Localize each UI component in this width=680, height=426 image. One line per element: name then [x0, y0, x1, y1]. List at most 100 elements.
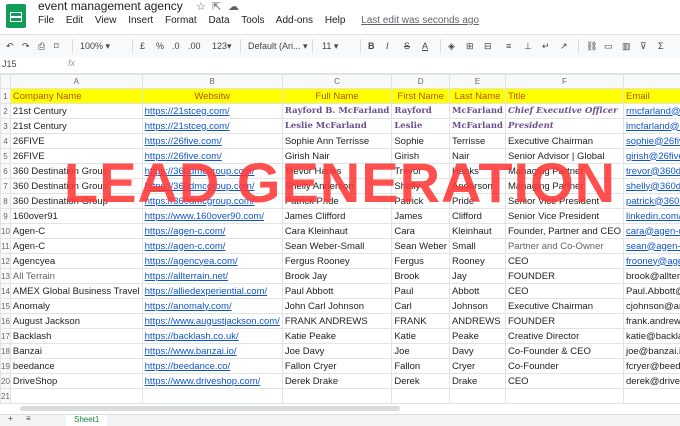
table-cell[interactable]: Senior Vice President — [505, 209, 623, 224]
table-cell[interactable]: trevor@360dmc.com — [623, 164, 680, 179]
table-cell[interactable]: FRANK ANDREWS — [282, 314, 392, 329]
filter-icon[interactable]: ⊽ — [640, 39, 647, 53]
zoom-select[interactable]: 100% ▾ — [80, 39, 110, 53]
column-header[interactable]: F — [505, 75, 623, 89]
align-vertical-icon[interactable]: ⊥ — [524, 39, 532, 53]
table-cell[interactable]: Leslie McFarland — [282, 119, 392, 134]
table-cell[interactable]: Jay — [449, 269, 505, 284]
table-cell[interactable]: Executive Chairman — [505, 299, 623, 314]
table-cell[interactable]: AMEX Global Business Travel — [10, 284, 142, 299]
table-cell[interactable]: McFarland — [449, 119, 505, 134]
table-cell[interactable]: Leslie — [392, 119, 450, 134]
table-cell[interactable]: Agencyea — [10, 254, 142, 269]
table-cell[interactable]: CEO — [505, 374, 623, 389]
table-cell[interactable]: shelly@360dmc.com — [623, 179, 680, 194]
table-cell[interactable]: https://360dmcgroup.com/ — [142, 179, 282, 194]
cloud-status-icon[interactable]: ☁ — [228, 0, 239, 13]
currency-button[interactable]: £ — [140, 39, 145, 53]
table-cell[interactable]: Shelly — [392, 179, 450, 194]
table-cell[interactable]: Johnson — [449, 299, 505, 314]
text-color-button[interactable]: A — [422, 39, 428, 53]
table-cell[interactable]: https://anomaly.com/ — [142, 299, 282, 314]
star-icon[interactable]: ☆ — [196, 0, 206, 13]
table-cell[interactable]: Managing Partner — [505, 179, 623, 194]
column-header[interactable]: C — [282, 75, 392, 89]
table-cell[interactable]: joe@banzai.io — [623, 344, 680, 359]
row-number[interactable]: 2 — [1, 104, 11, 119]
table-cell[interactable]: President — [505, 119, 623, 134]
redo-icon[interactable]: ↷ — [22, 39, 30, 53]
table-cell[interactable]: 21st Century — [10, 104, 142, 119]
table-cell[interactable]: Anomaly — [10, 299, 142, 314]
font-select[interactable]: Default (Ari... ▾ — [248, 39, 308, 53]
table-cell[interactable]: Backlash — [10, 329, 142, 344]
menu-insert[interactable]: Insert — [128, 15, 153, 26]
table-cell[interactable]: Creative Director — [505, 329, 623, 344]
table-cell[interactable]: Rooney — [449, 254, 505, 269]
table-cell[interactable]: Co-Founder & CEO — [505, 344, 623, 359]
table-cell[interactable]: Agen-C — [10, 239, 142, 254]
table-cell[interactable]: https://backlash.co.uk/ — [142, 329, 282, 344]
table-cell[interactable]: https://21stceg.com/ — [142, 104, 282, 119]
table-cell[interactable]: Chief Executive Officer — [505, 104, 623, 119]
table-cell[interactable]: https://21stceg.com/ — [142, 119, 282, 134]
move-folder-icon[interactable]: ⇱ — [212, 0, 221, 13]
font-size-select[interactable]: 11 ▾ — [322, 39, 338, 53]
row-number[interactable]: 21 — [1, 389, 11, 404]
table-cell[interactable]: Girish Nair — [282, 149, 392, 164]
header-cell[interactable]: Websitw — [142, 89, 282, 104]
merge-cells-icon[interactable]: ⊟ — [484, 39, 492, 53]
column-header[interactable]: G — [623, 75, 680, 89]
borders-icon[interactable]: ⊞ — [466, 39, 474, 53]
table-cell[interactable]: patrick@360dmc.com — [623, 194, 680, 209]
document-title[interactable]: event management agency — [38, 0, 183, 13]
table-cell[interactable]: Cara Kleinhaut — [282, 224, 392, 239]
table-cell[interactable]: 360 Destination Group — [10, 179, 142, 194]
table-cell[interactable]: Cara — [392, 224, 450, 239]
italic-button[interactable]: I — [386, 39, 389, 53]
row-number[interactable]: 13 — [1, 269, 11, 284]
table-cell[interactable]: Terrisse — [449, 134, 505, 149]
table-cell[interactable]: Kleinhaut — [449, 224, 505, 239]
table-cell[interactable]: 160over91 — [10, 209, 142, 224]
row-number[interactable]: 3 — [1, 119, 11, 134]
table-cell[interactable]: Joe — [392, 344, 450, 359]
table-cell[interactable]: Abbott — [449, 284, 505, 299]
table-cell[interactable]: DriveShop — [10, 374, 142, 389]
table-cell[interactable]: https://www.augustjackson.com/ — [142, 314, 282, 329]
row-number[interactable]: 17 — [1, 329, 11, 344]
row-number[interactable]: 11 — [1, 239, 11, 254]
table-cell[interactable]: Senior Advisor | Global — [505, 149, 623, 164]
table-cell[interactable]: James Clifford — [282, 209, 392, 224]
add-sheet-icon[interactable]: + — [8, 414, 13, 423]
table-cell[interactable]: https://360dmcgroup.com/ — [142, 194, 282, 209]
table-cell[interactable]: Shelly Anderson — [282, 179, 392, 194]
fill-color-icon[interactable]: ◈ — [448, 39, 455, 53]
table-cell[interactable]: FOUNDER — [505, 269, 623, 284]
more-formats-button[interactable]: 123▾ — [212, 39, 232, 53]
table-cell[interactable]: 360 Destination Group — [10, 164, 142, 179]
table-cell[interactable]: ANDREWS — [449, 314, 505, 329]
table-cell[interactable]: https://agencyea.com/ — [142, 254, 282, 269]
table-cell[interactable]: Founder, Partner and CEO — [505, 224, 623, 239]
select-all-corner[interactable] — [1, 75, 11, 89]
table-cell[interactable]: Joe Davy — [282, 344, 392, 359]
table-cell[interactable]: frooney@agencyea.com — [623, 254, 680, 269]
menu-tools[interactable]: Tools — [241, 15, 264, 26]
undo-icon[interactable]: ↶ — [6, 39, 14, 53]
header-cell[interactable]: Email — [623, 89, 680, 104]
table-cell[interactable]: https://alliedexperiential.com/ — [142, 284, 282, 299]
menu-addons[interactable]: Add-ons — [276, 15, 313, 26]
table-cell[interactable]: brook@allterrain.net — [623, 269, 680, 284]
insert-comment-icon[interactable]: ▭ — [604, 39, 613, 53]
table-cell[interactable]: McFarland — [449, 104, 505, 119]
sheets-logo-icon[interactable] — [6, 4, 26, 28]
header-cell[interactable]: First Name — [392, 89, 450, 104]
table-cell[interactable]: 26FIVE — [10, 134, 142, 149]
table-cell[interactable]: Derek Drake — [282, 374, 392, 389]
row-number[interactable]: 9 — [1, 209, 11, 224]
table-cell[interactable] — [623, 389, 680, 404]
row-number[interactable]: 10 — [1, 224, 11, 239]
row-number[interactable]: 7 — [1, 179, 11, 194]
table-cell[interactable]: Katie — [392, 329, 450, 344]
